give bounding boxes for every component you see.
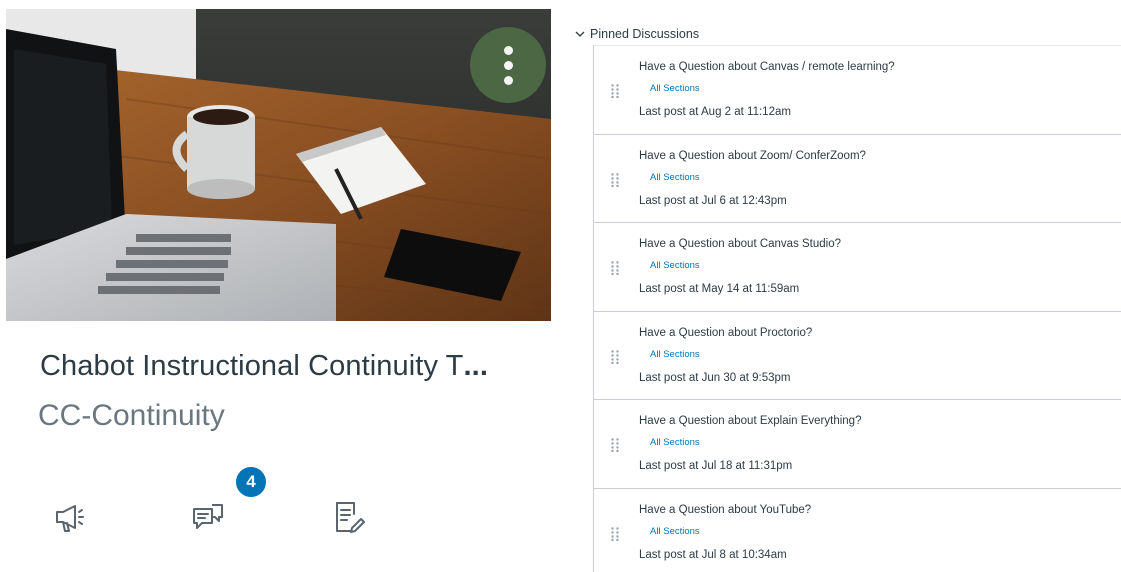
discussion-title[interactable]: Have a Question about Canvas / remote le… bbox=[639, 61, 895, 73]
desk-photo bbox=[6, 9, 551, 321]
discussion-item[interactable]: Have a Question about Proctorio? All Sec… bbox=[594, 310, 1121, 400]
discussion-last-post: Last post at Jul 6 at 12:43pm bbox=[639, 194, 787, 207]
discussion-title[interactable]: Have a Question about YouTube? bbox=[639, 504, 811, 516]
pinned-discussions-list: Have a Question about Canvas / remote le… bbox=[593, 45, 1121, 572]
drag-handle-icon[interactable] bbox=[611, 349, 619, 364]
discussion-title[interactable]: Have a Question about Zoom/ ConferZoom? bbox=[639, 150, 866, 162]
drag-handle-icon[interactable] bbox=[611, 261, 619, 275]
course-hero-image[interactable] bbox=[6, 9, 551, 321]
discussion-last-post: Last post at Jul 8 at 10:34am bbox=[639, 548, 787, 561]
course-card[interactable]: Chabot Instructional Continuity T... CC-… bbox=[0, 0, 566, 572]
course-options-button[interactable] bbox=[470, 27, 546, 103]
pinned-discussions-heading: Pinned Discussions bbox=[590, 27, 700, 41]
discussion-title[interactable]: Have a Question about Canvas Studio? bbox=[639, 238, 841, 250]
discussion-item[interactable]: Have a Question about Canvas Studio? All… bbox=[594, 222, 1121, 311]
course-card-actions: 4 bbox=[40, 465, 400, 550]
pinned-discussions-panel: Pinned Discussions Have a Question about… bbox=[566, 0, 1121, 572]
course-code: CC-Continuity bbox=[38, 399, 225, 432]
kebab-menu-icon bbox=[503, 45, 513, 55]
discussion-item[interactable]: Have a Question about Canvas / remote le… bbox=[594, 45, 1121, 134]
discussions-button[interactable] bbox=[191, 500, 225, 534]
drag-handle-icon[interactable] bbox=[611, 84, 619, 98]
discussion-section: All Sections bbox=[650, 171, 700, 183]
chevron-down-icon bbox=[575, 31, 585, 37]
discussion-title[interactable]: Have a Question about Explain Everything… bbox=[639, 415, 861, 427]
discussion-last-post: Last post at Jul 18 at 11:31pm bbox=[639, 460, 793, 472]
megaphone-icon bbox=[56, 505, 84, 532]
unread-discussions-badge: 4 bbox=[234, 465, 268, 499]
discussion-icon bbox=[193, 504, 223, 529]
discussion-last-post: Last post at Jun 30 at 9:53pm bbox=[639, 371, 791, 384]
pinned-discussions-toggle[interactable]: Pinned Discussions bbox=[574, 24, 699, 44]
discussion-last-post: Last post at May 14 at 11:59am bbox=[639, 283, 800, 295]
discussion-item[interactable]: Have a Question about YouTube? All Secti… bbox=[594, 487, 1121, 572]
course-title[interactable]: Chabot Instructional Continuity T... bbox=[40, 350, 540, 383]
discussion-item[interactable]: Have a Question about Explain Everything… bbox=[594, 399, 1121, 488]
discussion-section: All Sections bbox=[650, 260, 700, 271]
announcements-button[interactable] bbox=[53, 500, 87, 534]
discussion-section: All Sections bbox=[650, 348, 700, 360]
drag-handle-icon[interactable] bbox=[611, 172, 619, 187]
discussion-section: All Sections bbox=[650, 437, 700, 448]
assignment-icon bbox=[336, 502, 365, 533]
discussion-section: All Sections bbox=[650, 83, 700, 94]
drag-handle-icon[interactable] bbox=[611, 438, 619, 452]
drag-handle-icon[interactable] bbox=[611, 526, 619, 541]
assignments-button[interactable] bbox=[332, 500, 366, 534]
discussion-title[interactable]: Have a Question about Proctorio? bbox=[639, 327, 812, 339]
discussion-item[interactable]: Have a Question about Zoom/ ConferZoom? … bbox=[594, 133, 1121, 223]
discussion-section: All Sections bbox=[650, 525, 700, 537]
discussion-last-post: Last post at Aug 2 at 11:12am bbox=[639, 106, 791, 118]
